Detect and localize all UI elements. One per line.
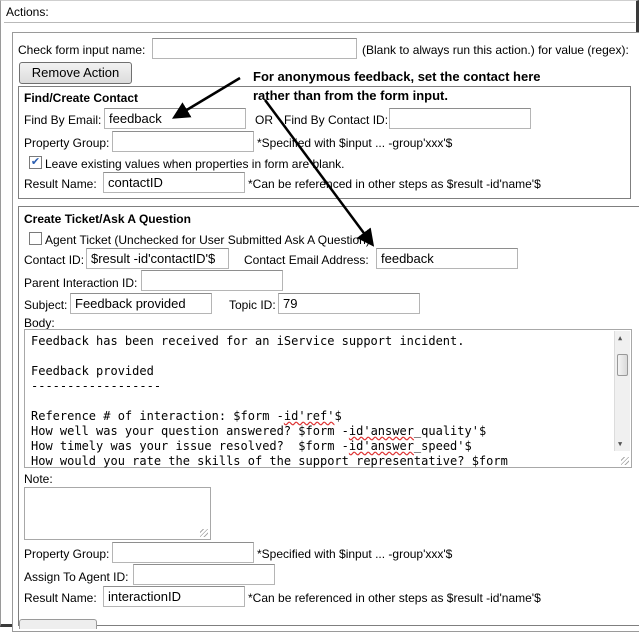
callout-arrows [171,76,375,247]
arrow-to-email [171,76,241,119]
arrow-to-contact-email [263,99,375,247]
